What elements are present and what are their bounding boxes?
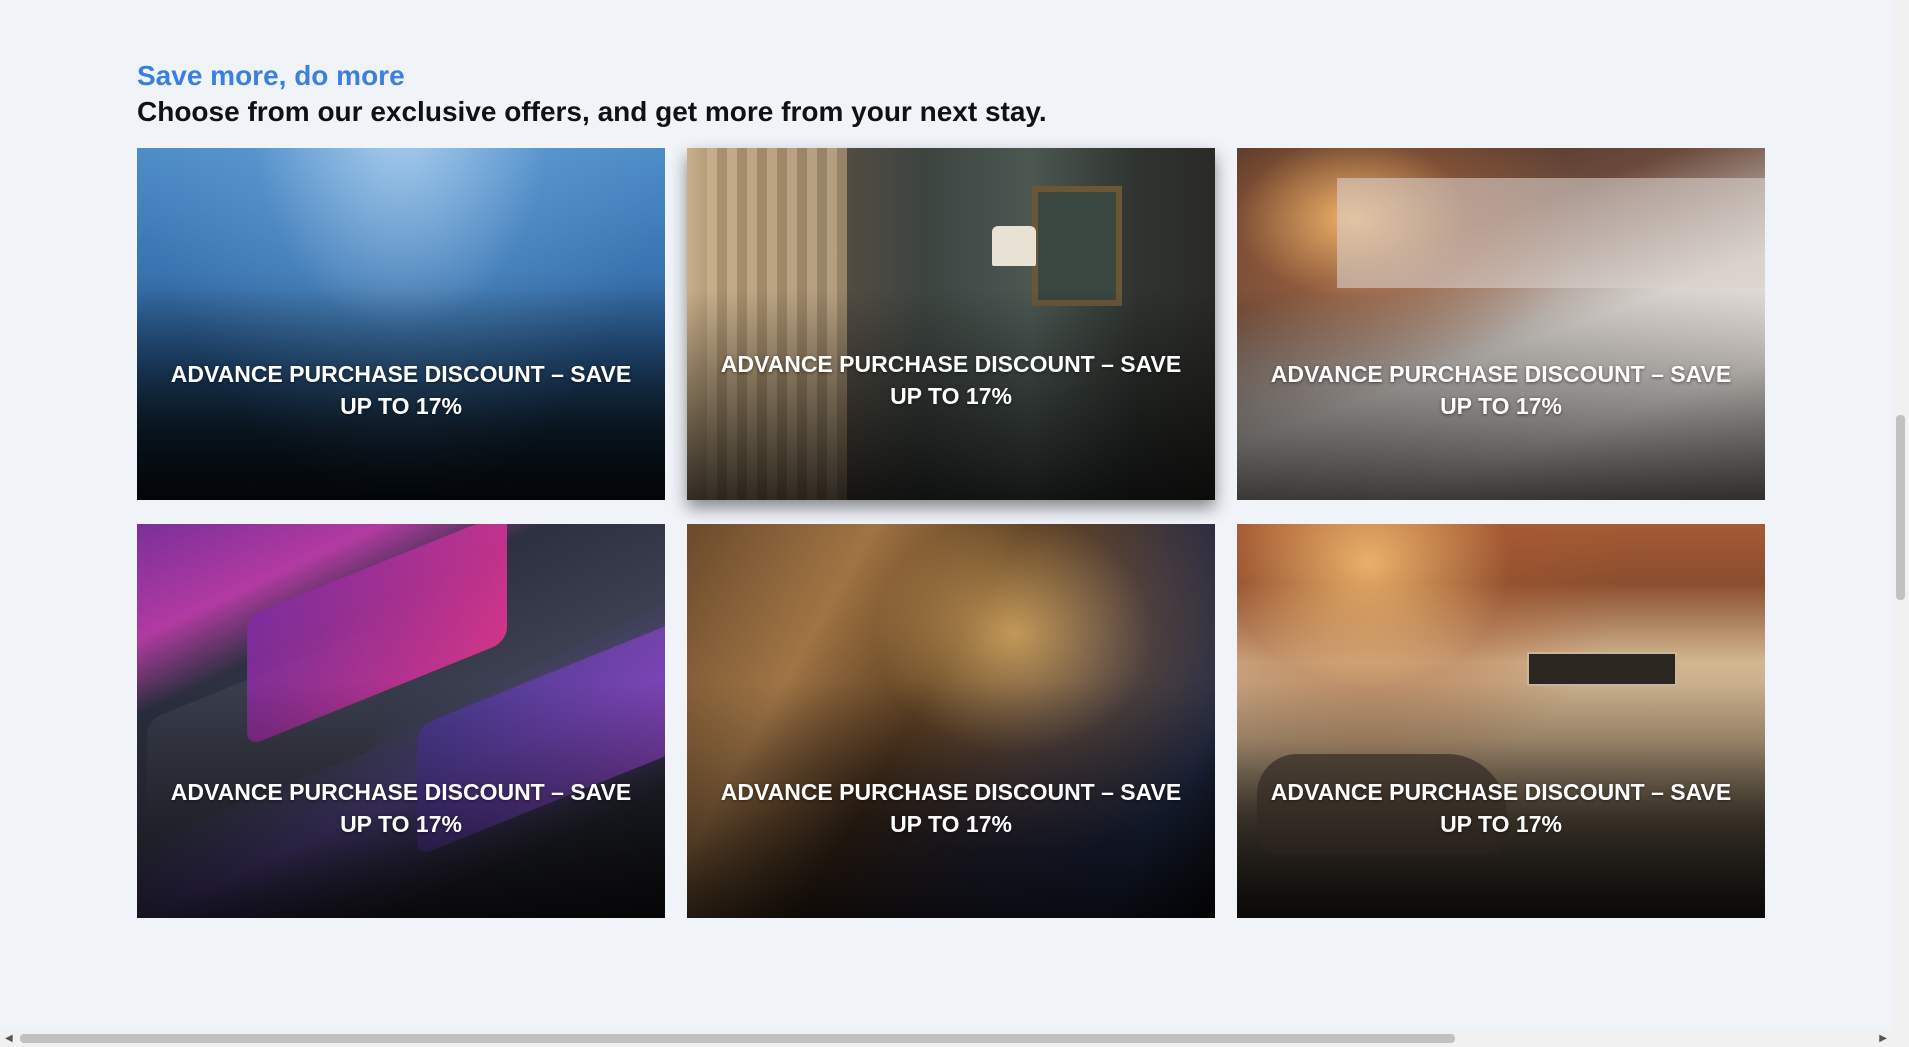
vertical-scrollbar[interactable] <box>1892 0 1909 1030</box>
horizontal-scrollbar-thumb[interactable] <box>20 1034 1455 1043</box>
offer-title: ADVANCE PURCHASE DISCOUNT – SAVE UP TO 1… <box>720 351 1182 409</box>
offer-card[interactable]: ADVANCE PURCHASE DISCOUNT – SAVE UP TO 1… <box>137 524 665 918</box>
section-headline: Choose from our exclusive offers, and ge… <box>137 96 1047 127</box>
offers-section-header: Save more, do more Choose from our exclu… <box>137 58 1765 130</box>
horizontal-scrollbar[interactable]: ◀ ▶ <box>0 1030 1909 1047</box>
offer-card[interactable]: ADVANCE PURCHASE DISCOUNT – SAVE UP TO 1… <box>1237 148 1765 500</box>
offer-title: ADVANCE PURCHASE DISCOUNT – SAVE UP TO 1… <box>170 779 632 837</box>
offer-title: ADVANCE PURCHASE DISCOUNT – SAVE UP TO 1… <box>170 361 632 419</box>
offer-card[interactable]: ADVANCE PURCHASE DISCOUNT – SAVE UP TO 1… <box>137 148 665 500</box>
page: Save more, do more Choose from our exclu… <box>0 0 1909 1047</box>
offer-card[interactable]: ADVANCE PURCHASE DISCOUNT – SAVE UP TO 1… <box>1237 524 1765 918</box>
offers-grid: ADVANCE PURCHASE DISCOUNT – SAVE UP TO 1… <box>137 148 1765 918</box>
offer-title: ADVANCE PURCHASE DISCOUNT – SAVE UP TO 1… <box>1270 779 1732 837</box>
offer-card[interactable]: ADVANCE PURCHASE DISCOUNT – SAVE UP TO 1… <box>687 148 1215 500</box>
offer-card[interactable]: ADVANCE PURCHASE DISCOUNT – SAVE UP TO 1… <box>687 524 1215 918</box>
scroll-right-arrow-icon[interactable]: ▶ <box>1879 1030 1887 1047</box>
vertical-scrollbar-thumb[interactable] <box>1896 415 1905 600</box>
offer-title: ADVANCE PURCHASE DISCOUNT – SAVE UP TO 1… <box>1270 361 1732 419</box>
section-eyebrow: Save more, do more <box>137 60 405 91</box>
scroll-left-arrow-icon[interactable]: ◀ <box>5 1030 13 1047</box>
offer-title: ADVANCE PURCHASE DISCOUNT – SAVE UP TO 1… <box>720 779 1182 837</box>
